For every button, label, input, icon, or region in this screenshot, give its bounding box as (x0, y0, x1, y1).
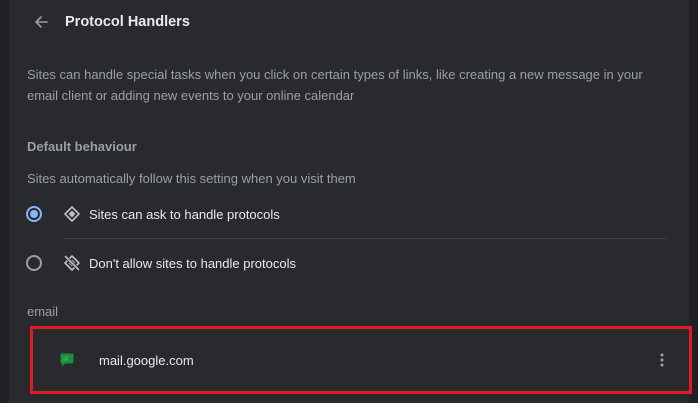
arrow-left-icon (35, 16, 48, 28)
radio-button-allow[interactable] (26, 206, 42, 222)
protocol-handler-off-icon (63, 254, 81, 272)
google-chat-icon (58, 351, 76, 369)
site-list-item: mail.google.com (58, 344, 674, 376)
page-description: Sites can handle special tasks when you … (27, 67, 643, 103)
page-header: Protocol Handlers (27, 8, 190, 36)
radio-label-block: Don't allow sites to handle protocols (89, 255, 296, 271)
more-actions-button[interactable] (650, 348, 674, 372)
back-button[interactable] (27, 8, 55, 36)
radio-label-allow: Sites can ask to handle protocols (89, 206, 280, 222)
protocol-handler-icon (63, 205, 81, 223)
radio-button-block[interactable] (26, 255, 42, 271)
protocol-section-label: email (27, 304, 59, 319)
default-behaviour-subtext: Sites automatically follow this setting … (27, 171, 356, 186)
radio-selected-dot (30, 210, 38, 218)
radio-option-allow[interactable]: Sites can ask to handle protocols (26, 194, 668, 234)
default-behaviour-heading: Default behaviour (27, 139, 137, 154)
page-title: Protocol Handlers (65, 14, 190, 30)
option-divider (63, 238, 667, 239)
radio-option-block[interactable]: Don't allow sites to handle protocols (26, 243, 668, 283)
site-name: mail.google.com (99, 352, 194, 368)
more-vertical-icon (660, 353, 664, 367)
